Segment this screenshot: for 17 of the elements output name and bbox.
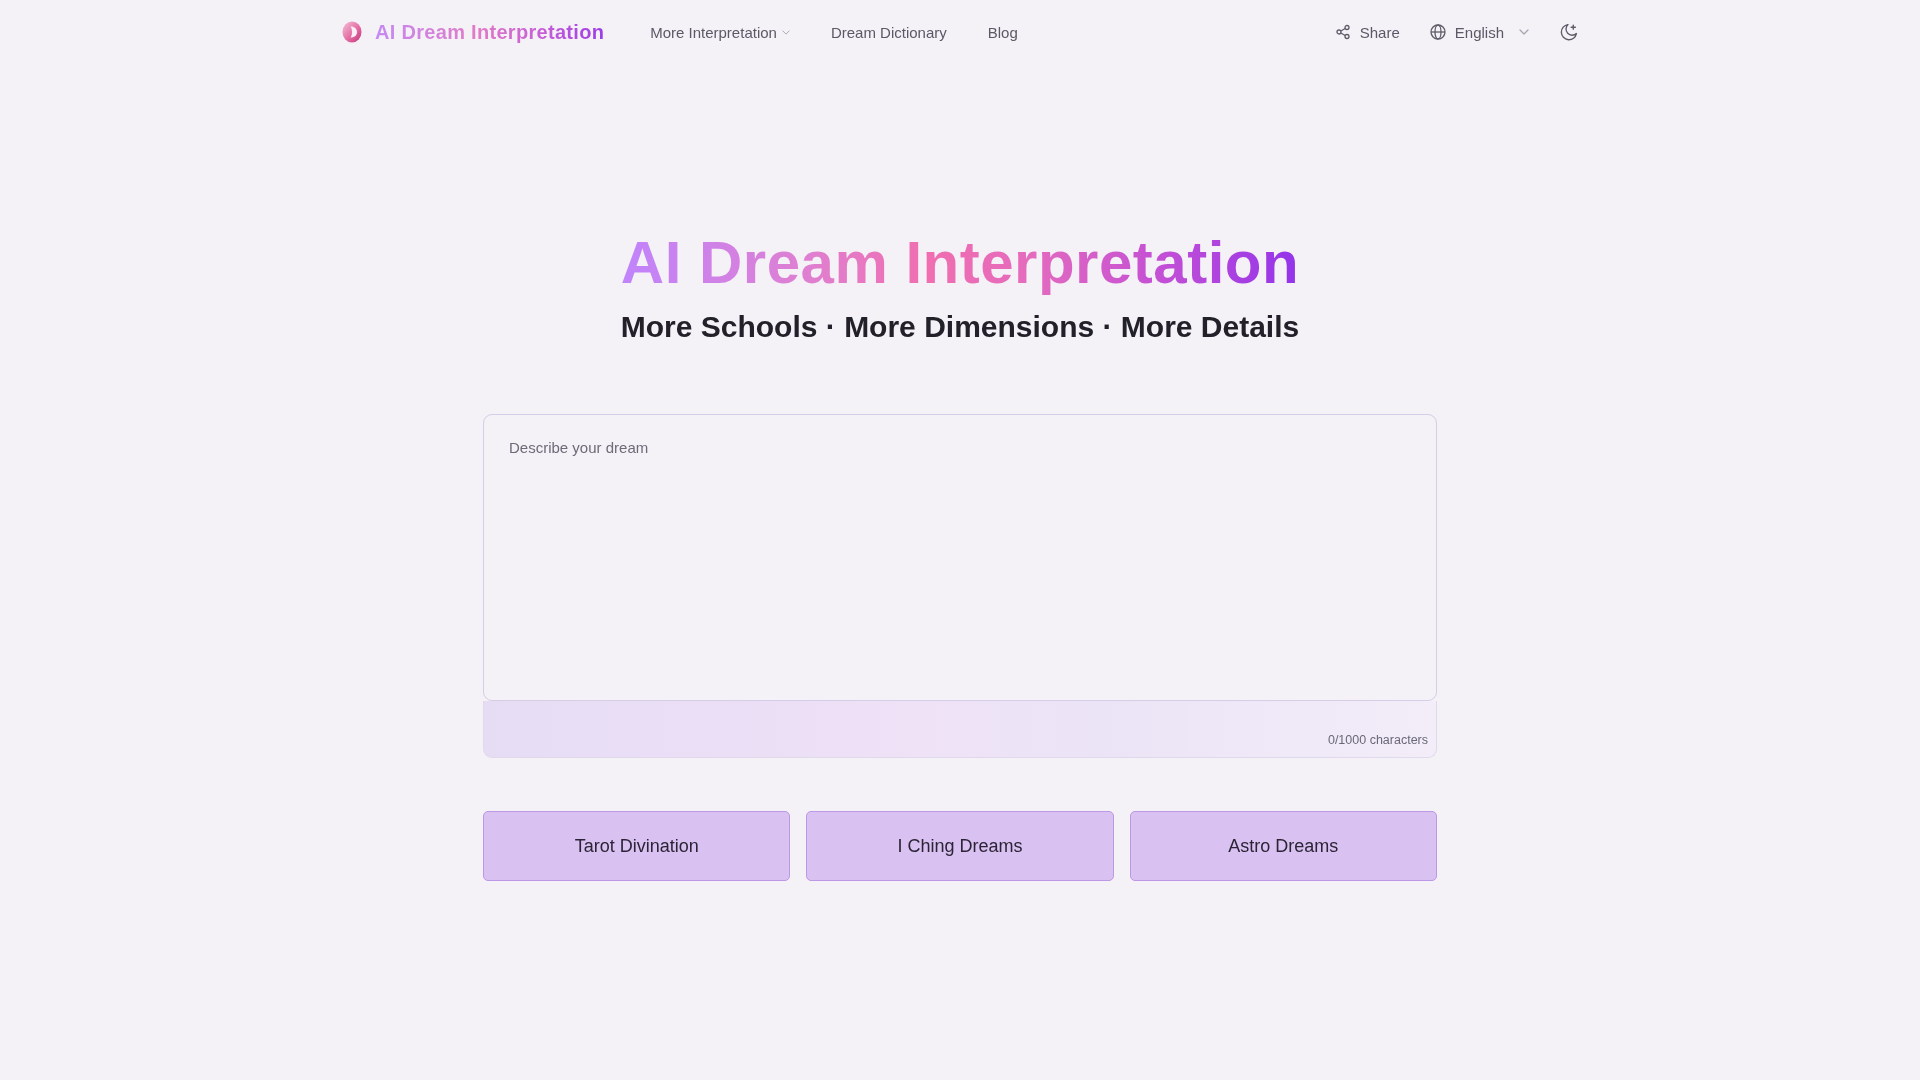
interpretation-button[interactable]: I Ching Dreams: [806, 811, 1114, 881]
interpretation-button[interactable]: Tarot Divination: [483, 811, 791, 881]
interpretation-button[interactable]: Astro Dreams: [1129, 811, 1437, 881]
nav-link[interactable]: Blog: [987, 23, 1018, 41]
moon-sparkle-icon: [1559, 22, 1578, 42]
hero-subtitle: More Schools · More Dimensions · More Details: [620, 309, 1300, 345]
nav-link[interactable]: Dream Dictionary: [830, 23, 947, 41]
language-selector[interactable]: English: [1429, 19, 1529, 45]
logo-icon: [342, 21, 362, 43]
dream-textarea[interactable]: Describe your dream: [483, 414, 1437, 701]
nav-link[interactable]: More Interpretation: [650, 23, 790, 41]
share-icon: [1334, 24, 1351, 40]
share-button[interactable]: Share: [1334, 19, 1400, 45]
chevron-down-icon: [1519, 29, 1529, 35]
theme-toggle-button[interactable]: [1559, 22, 1578, 42]
globe-icon: [1429, 24, 1446, 40]
character-counter: 0/1000 characters: [1327, 733, 1428, 747]
